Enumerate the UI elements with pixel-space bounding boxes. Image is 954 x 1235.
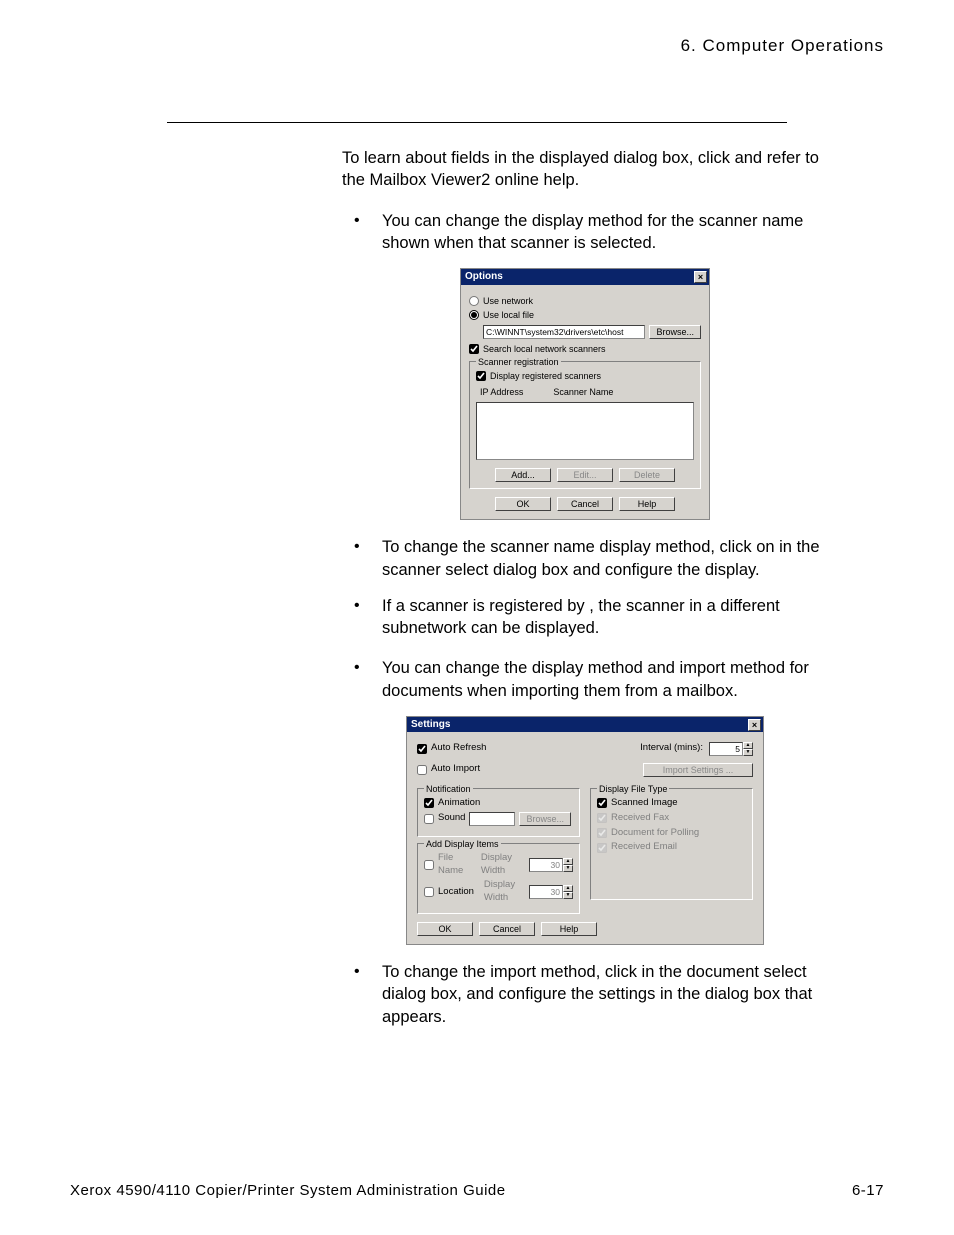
sound-browse-button[interactable]: Browse... xyxy=(519,812,571,826)
use-local-label: Use local file xyxy=(483,309,534,321)
display-registered-checkbox[interactable] xyxy=(476,371,486,381)
search-local-checkbox[interactable] xyxy=(469,344,479,354)
received-fax-label: Received Fax xyxy=(611,812,669,825)
local-path-input[interactable] xyxy=(483,325,645,339)
use-local-radio[interactable] xyxy=(469,310,479,320)
scanner-name-col: Scanner Name xyxy=(553,386,613,398)
cancel-button[interactable]: Cancel xyxy=(557,497,613,511)
options-title: Options xyxy=(465,270,503,284)
settings-title: Settings xyxy=(411,718,450,732)
notification-legend: Notification xyxy=(424,783,473,795)
help-button[interactable]: Help xyxy=(619,497,675,511)
bullet-change-scanner-name: To change the scanner name display metho… xyxy=(342,536,828,581)
auto-refresh-label: Auto Refresh xyxy=(431,742,486,755)
settings-cancel-button[interactable]: Cancel xyxy=(479,922,535,936)
display-registered-label: Display registered scanners xyxy=(490,370,601,382)
delete-button[interactable]: Delete xyxy=(619,468,675,482)
display-width-label-1: Display Width xyxy=(481,852,525,878)
doc-polling-checkbox[interactable] xyxy=(597,828,607,838)
add-button[interactable]: Add... xyxy=(495,468,551,482)
browse-button[interactable]: Browse... xyxy=(649,325,701,339)
received-email-checkbox[interactable] xyxy=(597,843,607,853)
auto-import-checkbox[interactable] xyxy=(417,765,427,775)
doc-polling-label: Document for Polling xyxy=(611,827,699,840)
animation-checkbox[interactable] xyxy=(424,798,434,808)
scanned-image-label: Scanned Image xyxy=(611,797,678,810)
bullet-change-import: You can change the display method and im… xyxy=(342,657,828,702)
options-dialog: Options × Use network Use local file Bro… xyxy=(460,268,710,520)
search-local-label: Search local network scanners xyxy=(483,343,606,355)
settings-help-button[interactable]: Help xyxy=(541,922,597,936)
options-titlebar: Options × xyxy=(461,269,709,285)
footer-left: Xerox 4590/4110 Copier/Printer System Ad… xyxy=(70,1182,506,1199)
settings-dialog: Settings × Auto Refresh Interval (mins):… xyxy=(406,716,764,945)
settings-titlebar: Settings × xyxy=(407,717,763,733)
interval-spinner[interactable]: ▲▼ xyxy=(709,742,753,756)
footer-page: 6-17 xyxy=(852,1182,884,1199)
main-content: To learn about fields in the displayed d… xyxy=(342,147,828,1028)
location-checkbox[interactable] xyxy=(424,887,434,897)
location-label: Location xyxy=(438,886,474,899)
scanner-list[interactable] xyxy=(476,402,694,460)
interval-input[interactable] xyxy=(709,742,743,756)
filename-label: File Name xyxy=(438,852,471,878)
ip-address-col: IP Address xyxy=(480,386,523,398)
add-display-legend: Add Display Items xyxy=(424,838,501,850)
location-width-input[interactable] xyxy=(529,885,563,899)
scanner-registration-legend: Scanner registration xyxy=(476,356,561,368)
intro-text-a: To learn about fields in the displayed d… xyxy=(342,149,735,167)
location-width-spinner[interactable]: ▲▼ xyxy=(529,885,573,899)
ok-button[interactable]: OK xyxy=(495,497,551,511)
animation-label: Animation xyxy=(438,797,480,810)
edit-button[interactable]: Edit... xyxy=(557,468,613,482)
chapter-header: 6. Computer Operations xyxy=(64,36,890,64)
auto-refresh-checkbox[interactable] xyxy=(417,744,427,754)
sound-input[interactable] xyxy=(469,812,515,826)
sound-label: Sound xyxy=(438,812,465,825)
settings-ok-button[interactable]: OK xyxy=(417,922,473,936)
filename-width-input[interactable] xyxy=(529,858,563,872)
close-icon[interactable]: × xyxy=(694,271,707,283)
import-settings-button[interactable]: Import Settings ... xyxy=(643,763,753,777)
use-network-label: Use network xyxy=(483,295,533,307)
intro-paragraph: To learn about fields in the displayed d… xyxy=(342,147,828,192)
close-icon[interactable]: × xyxy=(748,719,761,731)
filename-checkbox[interactable] xyxy=(424,860,434,870)
use-network-radio[interactable] xyxy=(469,296,479,306)
display-width-label-2: Display Width xyxy=(484,879,525,905)
page-footer: Xerox 4590/4110 Copier/Printer System Ad… xyxy=(70,1182,884,1199)
section-rule xyxy=(167,122,787,123)
interval-label: Interval (mins): xyxy=(640,742,703,755)
bullet-change-import-method: To change the import method, click in th… xyxy=(342,961,828,1028)
bullet-registered-scanner: If a scanner is registered by , the scan… xyxy=(342,595,828,640)
display-filetype-legend: Display File Type xyxy=(597,783,669,795)
bullet-display-method: You can change the display method for th… xyxy=(342,210,828,255)
received-email-label: Received Email xyxy=(611,841,677,854)
filename-width-spinner[interactable]: ▲▼ xyxy=(529,858,573,872)
received-fax-checkbox[interactable] xyxy=(597,813,607,823)
scanned-image-checkbox[interactable] xyxy=(597,798,607,808)
auto-import-label: Auto Import xyxy=(431,763,480,776)
sound-checkbox[interactable] xyxy=(424,814,434,824)
